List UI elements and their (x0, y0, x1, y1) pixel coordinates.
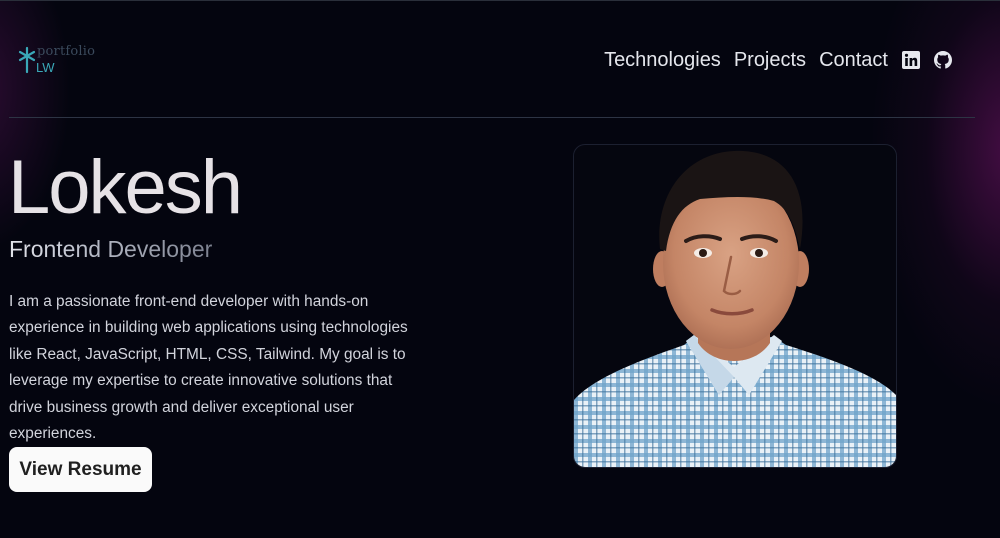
nav-link-contact[interactable]: Contact (819, 49, 888, 72)
nav-link-projects[interactable]: Projects (734, 49, 806, 72)
profile-photo (573, 144, 897, 468)
hero-role: Frontend Developer (9, 236, 213, 262)
github-icon[interactable] (934, 51, 952, 69)
nav-link-technologies[interactable]: Technologies (604, 49, 721, 72)
linkedin-icon[interactable] (902, 51, 920, 69)
asterisk-logo-icon (18, 46, 36, 74)
main-nav: Technologies Projects Contact (591, 46, 952, 74)
hero-bio: I am a passionate front-end developer wi… (9, 293, 408, 443)
header-divider (9, 117, 975, 118)
view-resume-button[interactable]: View Resume (9, 447, 152, 492)
site-logo[interactable]: portfolio LW (18, 44, 108, 78)
logo-initials: LW (36, 60, 55, 75)
portrait-illustration (574, 150, 896, 467)
logo-wordmark: portfolio (37, 44, 96, 59)
hero-name: Lokesh (8, 145, 243, 230)
top-border (0, 0, 1000, 1)
